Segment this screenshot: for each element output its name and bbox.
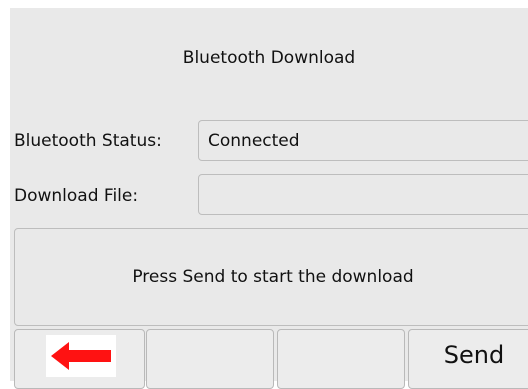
bluetooth-status-value: Connected <box>208 131 300 151</box>
bluetooth-status-field: Connected <box>198 120 528 161</box>
message-text: Press Send to start the download <box>132 267 414 287</box>
screen-title: Bluetooth Download <box>182 48 356 68</box>
download-file-field[interactable] <box>198 174 528 215</box>
send-button-label: Send <box>443 341 505 369</box>
back-arrow-icon <box>46 335 116 377</box>
send-button[interactable]: Send <box>408 329 528 389</box>
message-box: Press Send to start the download <box>14 228 528 326</box>
softkey-3[interactable] <box>277 329 405 389</box>
bluetooth-status-label: Bluetooth Status: <box>14 131 162 151</box>
back-button[interactable] <box>14 329 145 389</box>
softkey-2[interactable] <box>146 329 274 389</box>
download-file-label: Download File: <box>14 186 139 206</box>
